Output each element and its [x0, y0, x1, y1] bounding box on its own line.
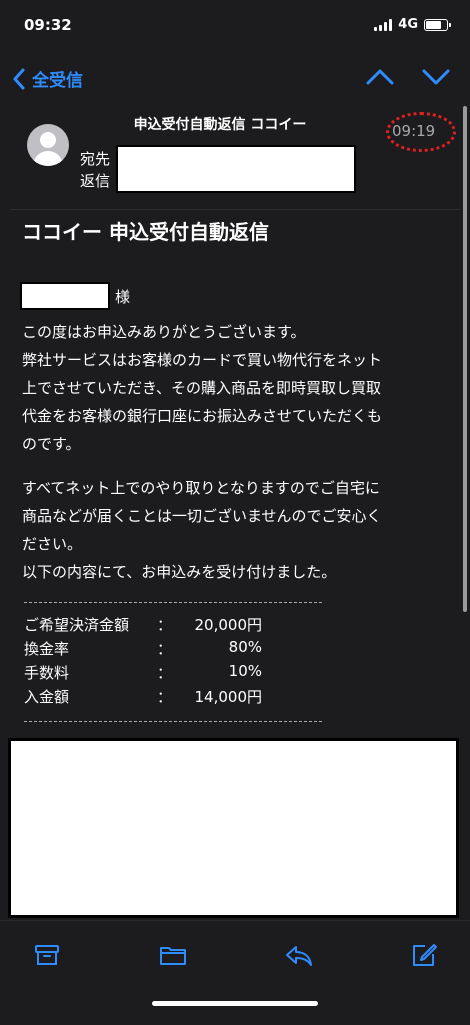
scrollbar[interactable]	[463, 106, 467, 612]
chevron-down-icon	[422, 69, 450, 90]
text-line: 弊社サービスはお客様のカードで買い物代行をネット	[22, 351, 383, 369]
archive-button[interactable]	[33, 941, 61, 969]
navigation-bar: 全受信	[0, 52, 470, 104]
reply-button[interactable]	[284, 941, 312, 969]
avatar[interactable]	[27, 124, 69, 166]
reply-to-label: 返信	[80, 172, 111, 190]
folder-icon	[158, 947, 188, 973]
move-to-folder-button[interactable]	[158, 941, 186, 969]
separator-bottom	[24, 721, 322, 722]
text-line: 商品などが届くことは一切ございませんのでご安心く	[22, 507, 382, 525]
chevron-up-icon	[366, 69, 394, 90]
header-divider	[10, 209, 460, 210]
compose-icon	[410, 944, 438, 973]
text-line: この度はお申込みありがとうございます。	[22, 323, 306, 341]
redacted-block	[8, 738, 459, 918]
highlight-ring	[386, 112, 456, 152]
chevron-left-icon	[12, 68, 26, 90]
previous-message-button[interactable]	[366, 68, 394, 90]
text-line: 以下の内容にて、お申込みを受け付けました。	[22, 563, 337, 581]
archive-icon	[33, 945, 61, 973]
status-time: 09:32	[24, 16, 72, 34]
back-button[interactable]: 全受信	[12, 66, 83, 91]
text-line: のです。	[22, 435, 81, 453]
home-indicator[interactable]	[152, 1001, 318, 1006]
text-line: 代金をお客様の銀行口座にお振込みさせていただくも	[22, 407, 383, 425]
battery-icon	[424, 18, 451, 31]
text-line: すべてネット上でのやり取りとなりますのでご自宅に	[22, 479, 380, 497]
compose-button[interactable]	[410, 941, 438, 969]
row-value: 80%	[228, 638, 262, 656]
redacted-recipient[interactable]	[116, 145, 356, 193]
mail-title: ココイー 申込受付自動返信	[22, 220, 269, 244]
row-value: 20,000円	[194, 616, 263, 634]
back-button-label: 全受信	[32, 71, 83, 91]
honorific: 様	[115, 288, 131, 306]
row-value: 10%	[228, 662, 262, 680]
message-navigation	[366, 68, 450, 90]
separator-top	[24, 602, 322, 603]
reply-icon	[284, 946, 314, 973]
paragraph-2: すべてネット上でのやり取りとなりますのでご自宅に 商品などが届くことは一切ござい…	[22, 474, 452, 586]
status-indicators: 4G	[374, 17, 451, 32]
mail-view[interactable]: 申込受付自動返信 ココイー 09:19 宛先 返信 ココイー 申込受付自動返信 …	[0, 104, 470, 920]
row-value: 14,000円	[194, 688, 263, 706]
header-subject: 申込受付自動返信 ココイー	[133, 117, 307, 133]
text-line: ださい。	[22, 535, 83, 553]
status-bar: 09:32 4G	[0, 0, 470, 52]
network-type: 4G	[398, 17, 418, 32]
text-line: 上でさせていただき、その購入商品を即時買取し買取	[22, 379, 381, 397]
paragraph-1: この度はお申込みありがとうございます。 弊社サービスはお客様のカードで買い物代行…	[22, 318, 452, 458]
bottom-toolbar	[0, 920, 470, 1025]
signal-icon	[374, 18, 393, 31]
to-label: 宛先	[80, 150, 111, 168]
redacted-name	[20, 282, 110, 310]
next-message-button[interactable]	[422, 68, 450, 90]
